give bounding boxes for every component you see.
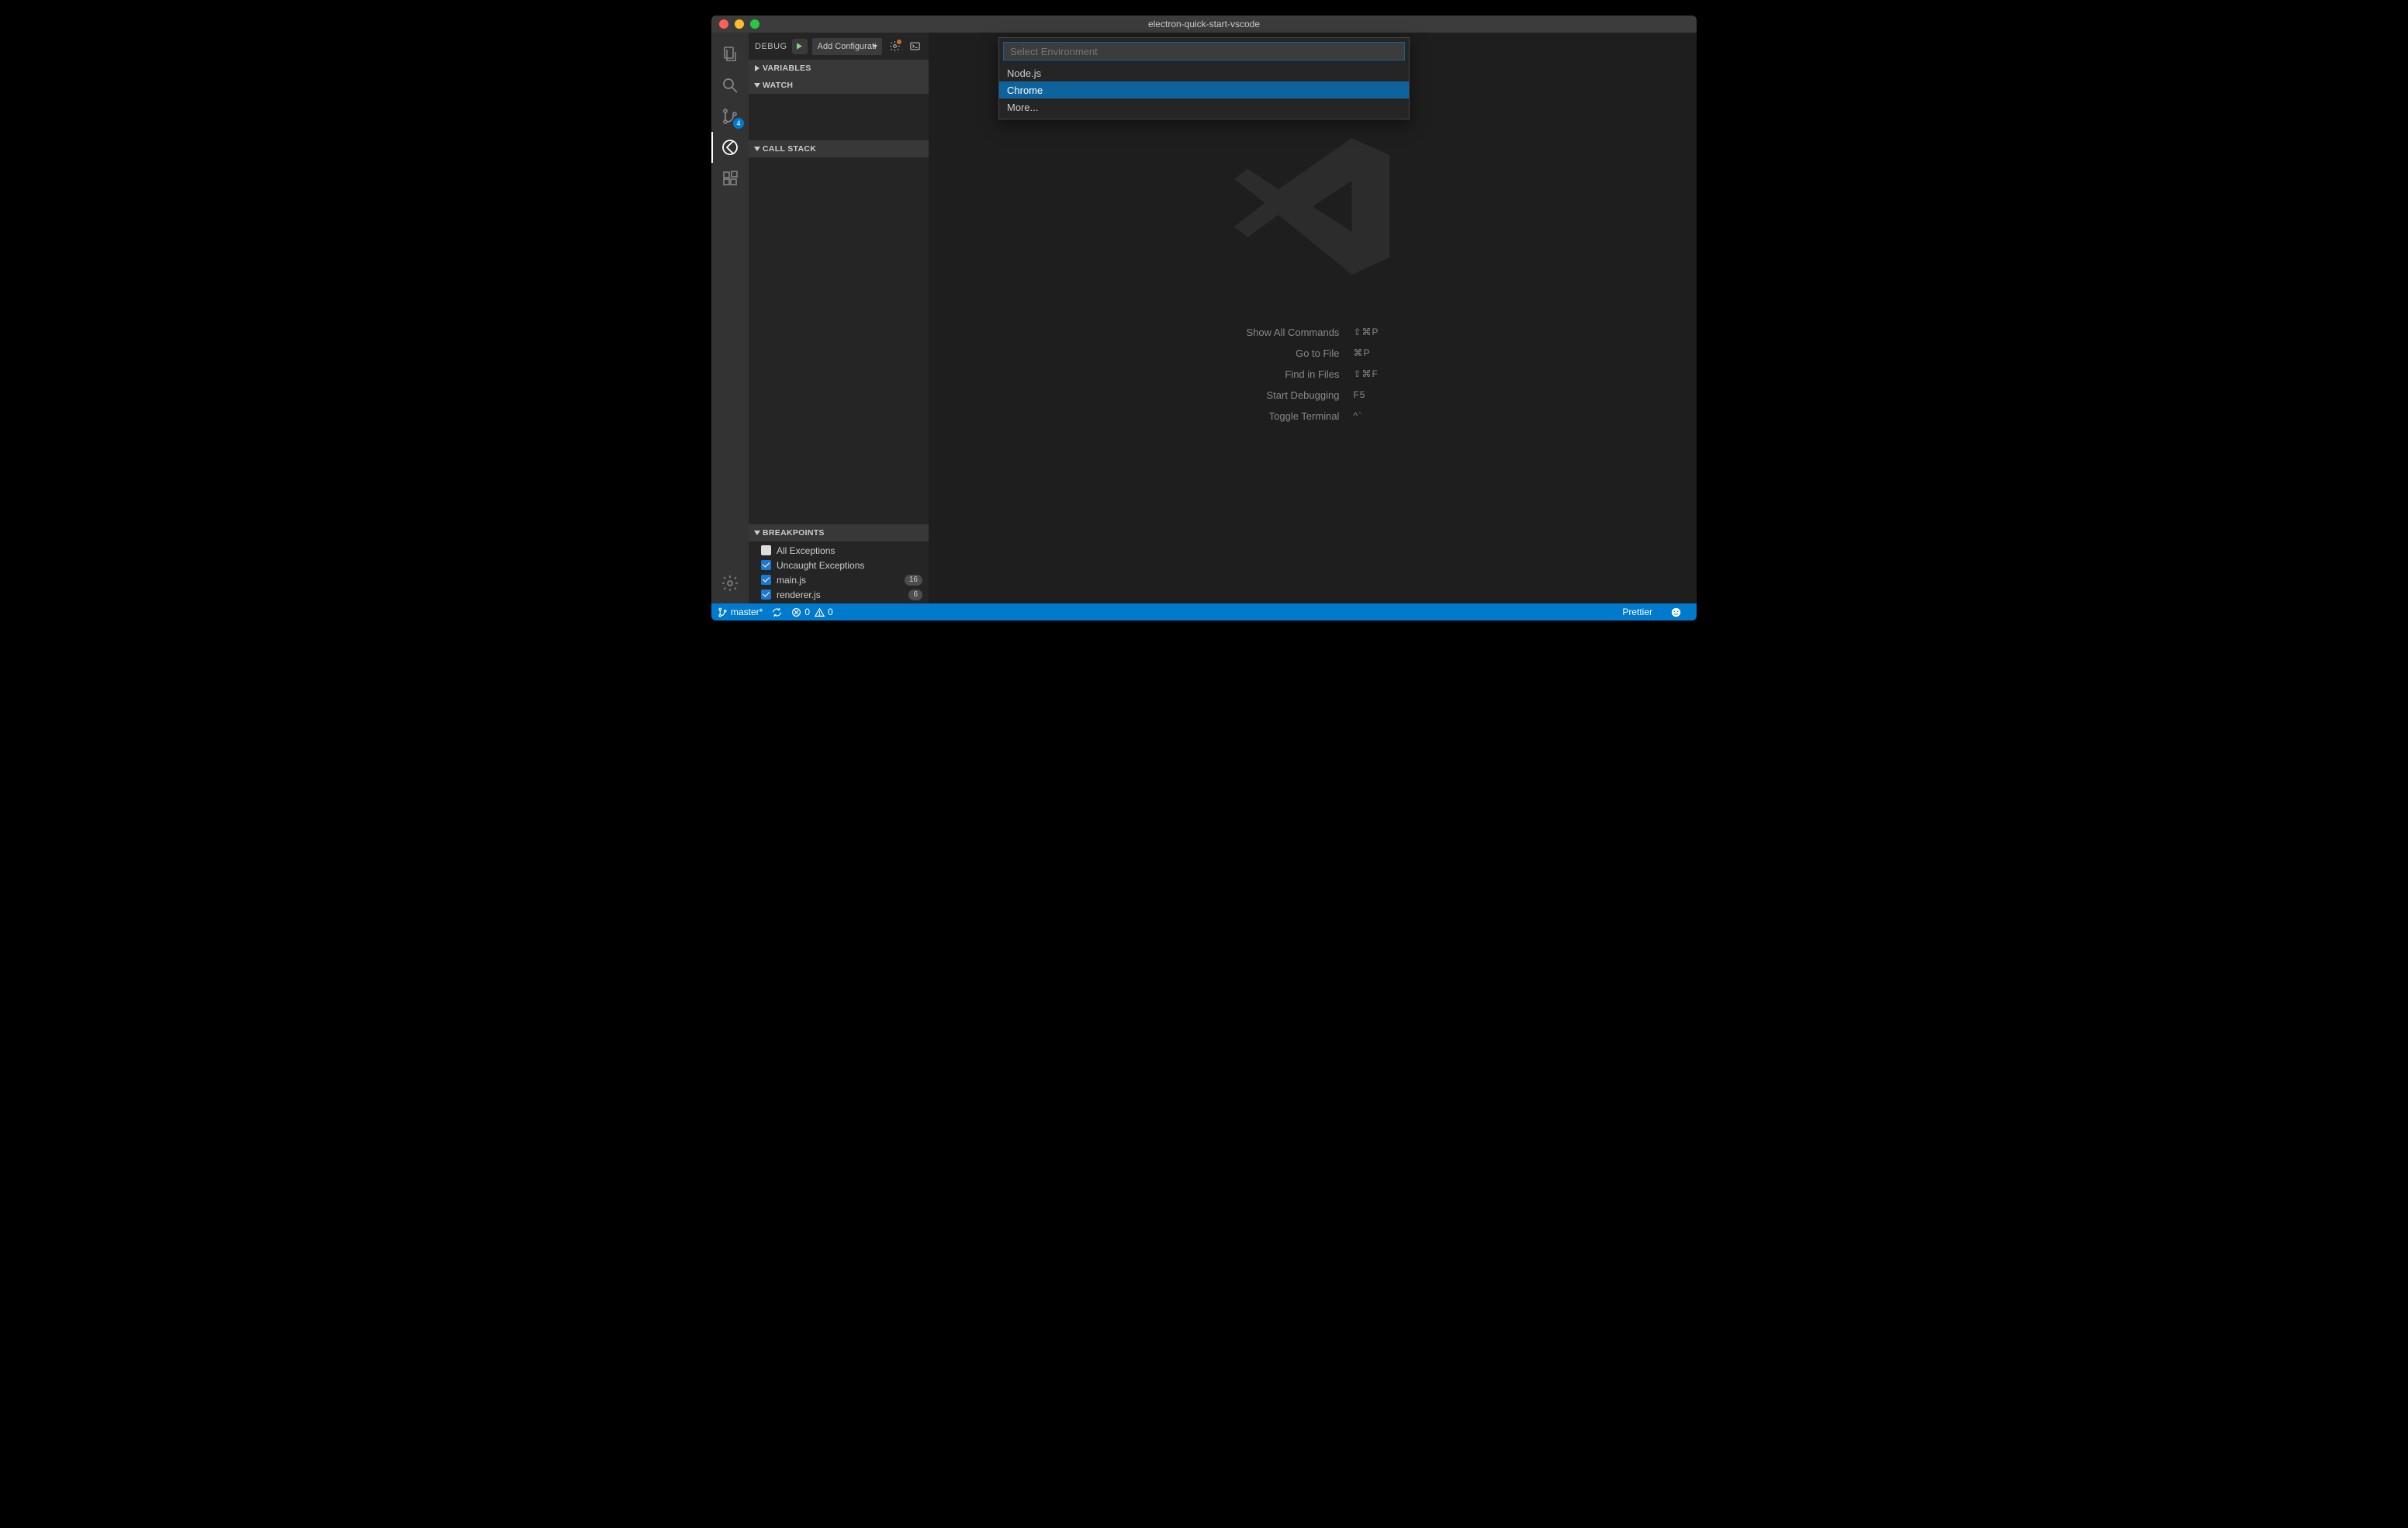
sidebar-title: DEBUG (755, 42, 787, 51)
search-activity-icon[interactable] (711, 70, 749, 101)
warnings-status[interactable]: 0 (815, 607, 833, 617)
breakpoint-item[interactable]: Uncaught Exceptions (749, 558, 929, 572)
quickpick-input[interactable] (1003, 42, 1405, 60)
window-title: electron-quick-start-vscode (711, 19, 1697, 29)
sync-icon (772, 607, 782, 617)
traffic-lights (711, 19, 759, 29)
quickpick-item[interactable]: Chrome (999, 81, 1409, 99)
minimize-window-button[interactable] (735, 19, 744, 29)
quickpick-item[interactable]: Node.js (999, 64, 1409, 81)
warning-icon (815, 607, 825, 617)
breakpoints-label: Breakpoints (763, 528, 825, 538)
breakpoint-count: 16 (905, 575, 922, 586)
quickpick-list: Node.jsChromeMore... (999, 64, 1409, 119)
editor-hint-label: Start Debugging (1246, 389, 1339, 401)
breakpoint-label: main.js (777, 575, 806, 586)
breakpoint-checkbox[interactable] (761, 589, 771, 600)
editor-hint-shortcut: ^` (1353, 410, 1379, 422)
vscode-window: electron-quick-start-vscode 4 (711, 16, 1697, 621)
zoom-window-button[interactable] (750, 19, 759, 29)
close-window-button[interactable] (719, 19, 728, 29)
quickpick-item[interactable]: More... (999, 99, 1409, 116)
callstack-section-header[interactable]: Call Stack (749, 140, 929, 157)
feedback-icon[interactable] (1671, 607, 1681, 617)
prettier-status[interactable]: Prettier (1622, 607, 1652, 617)
watch-section-header[interactable]: Watch (749, 77, 929, 94)
breakpoint-count: 6 (908, 589, 922, 600)
scm-badge: 4 (733, 118, 744, 129)
debug-sidebar: DEBUG Add Configurati Variables (749, 33, 929, 603)
debug-config-label: Add Configurati (818, 42, 877, 51)
breakpoint-checkbox[interactable] (761, 560, 771, 570)
variables-section-header[interactable]: Variables (749, 60, 929, 77)
activity-bar: 4 (711, 33, 749, 603)
vscode-logo-watermark (1227, 121, 1398, 296)
chevron-down-icon (752, 146, 763, 152)
debug-config-select[interactable]: Add Configurati (812, 38, 882, 55)
editor-hint-label: Show All Commands (1246, 327, 1339, 338)
variables-label: Variables (763, 64, 811, 73)
breakpoint-checkbox[interactable] (761, 545, 771, 555)
editor-hint-shortcut: F5 (1353, 389, 1379, 401)
chevron-down-icon (752, 530, 763, 536)
git-branch-icon (718, 607, 728, 617)
editor-hint-shortcut: ⇧⌘P (1353, 327, 1379, 338)
breakpoints-list: All ExceptionsUncaught Exceptionsmain.js… (749, 541, 929, 603)
explorer-activity-icon[interactable] (711, 39, 749, 70)
breakpoints-section-header[interactable]: Breakpoints (749, 524, 929, 541)
breakpoint-item[interactable]: renderer.js 6 (749, 587, 929, 602)
debug-settings-icon[interactable] (887, 39, 902, 54)
titlebar: electron-quick-start-vscode (711, 16, 1697, 33)
settings-gear-icon[interactable] (711, 568, 749, 599)
git-branch-status[interactable]: master* (718, 607, 763, 617)
debug-console-icon[interactable] (907, 39, 922, 54)
callstack-label: Call Stack (763, 144, 816, 154)
scm-activity-icon[interactable]: 4 (711, 101, 749, 132)
callstack-section-body (749, 157, 929, 524)
status-bar: master* 0 0 Prettier (711, 603, 1697, 621)
chevron-right-icon (752, 65, 763, 71)
editor-hint-label: Go to File (1246, 347, 1339, 359)
editor-hint-shortcut: ⇧⌘F (1353, 368, 1379, 380)
warnings-count: 0 (828, 607, 833, 617)
breakpoint-label: renderer.js (777, 589, 821, 600)
breakpoint-label: Uncaught Exceptions (777, 560, 864, 571)
start-debug-button[interactable] (792, 39, 808, 54)
error-icon (791, 607, 801, 617)
settings-notification-dot (897, 40, 901, 44)
editor-hints: Show All Commands ⇧⌘P Go to File ⌘P Find in … (1246, 327, 1379, 422)
branch-name: master* (731, 607, 763, 617)
chevron-down-icon (752, 82, 763, 88)
quickpick-dropdown: Node.jsChromeMore... (998, 37, 1410, 119)
editor-hint-label: Toggle Terminal (1246, 410, 1339, 422)
breakpoint-item[interactable]: main.js 16 (749, 572, 929, 587)
breakpoint-item[interactable]: All Exceptions (749, 543, 929, 558)
breakpoint-checkbox[interactable] (761, 575, 771, 585)
debug-sidebar-header: DEBUG Add Configurati (749, 33, 929, 60)
watch-label: Watch (763, 81, 793, 90)
errors-status[interactable]: 0 (791, 607, 810, 617)
errors-count: 0 (804, 607, 810, 617)
breakpoint-label: All Exceptions (777, 545, 835, 556)
editor-hint-shortcut: ⌘P (1353, 347, 1379, 359)
watch-section-body (749, 94, 929, 140)
sync-status[interactable] (772, 607, 782, 617)
editor-hint-label: Find in Files (1246, 368, 1339, 380)
debug-activity-icon[interactable] (711, 132, 749, 163)
extensions-activity-icon[interactable] (711, 163, 749, 194)
